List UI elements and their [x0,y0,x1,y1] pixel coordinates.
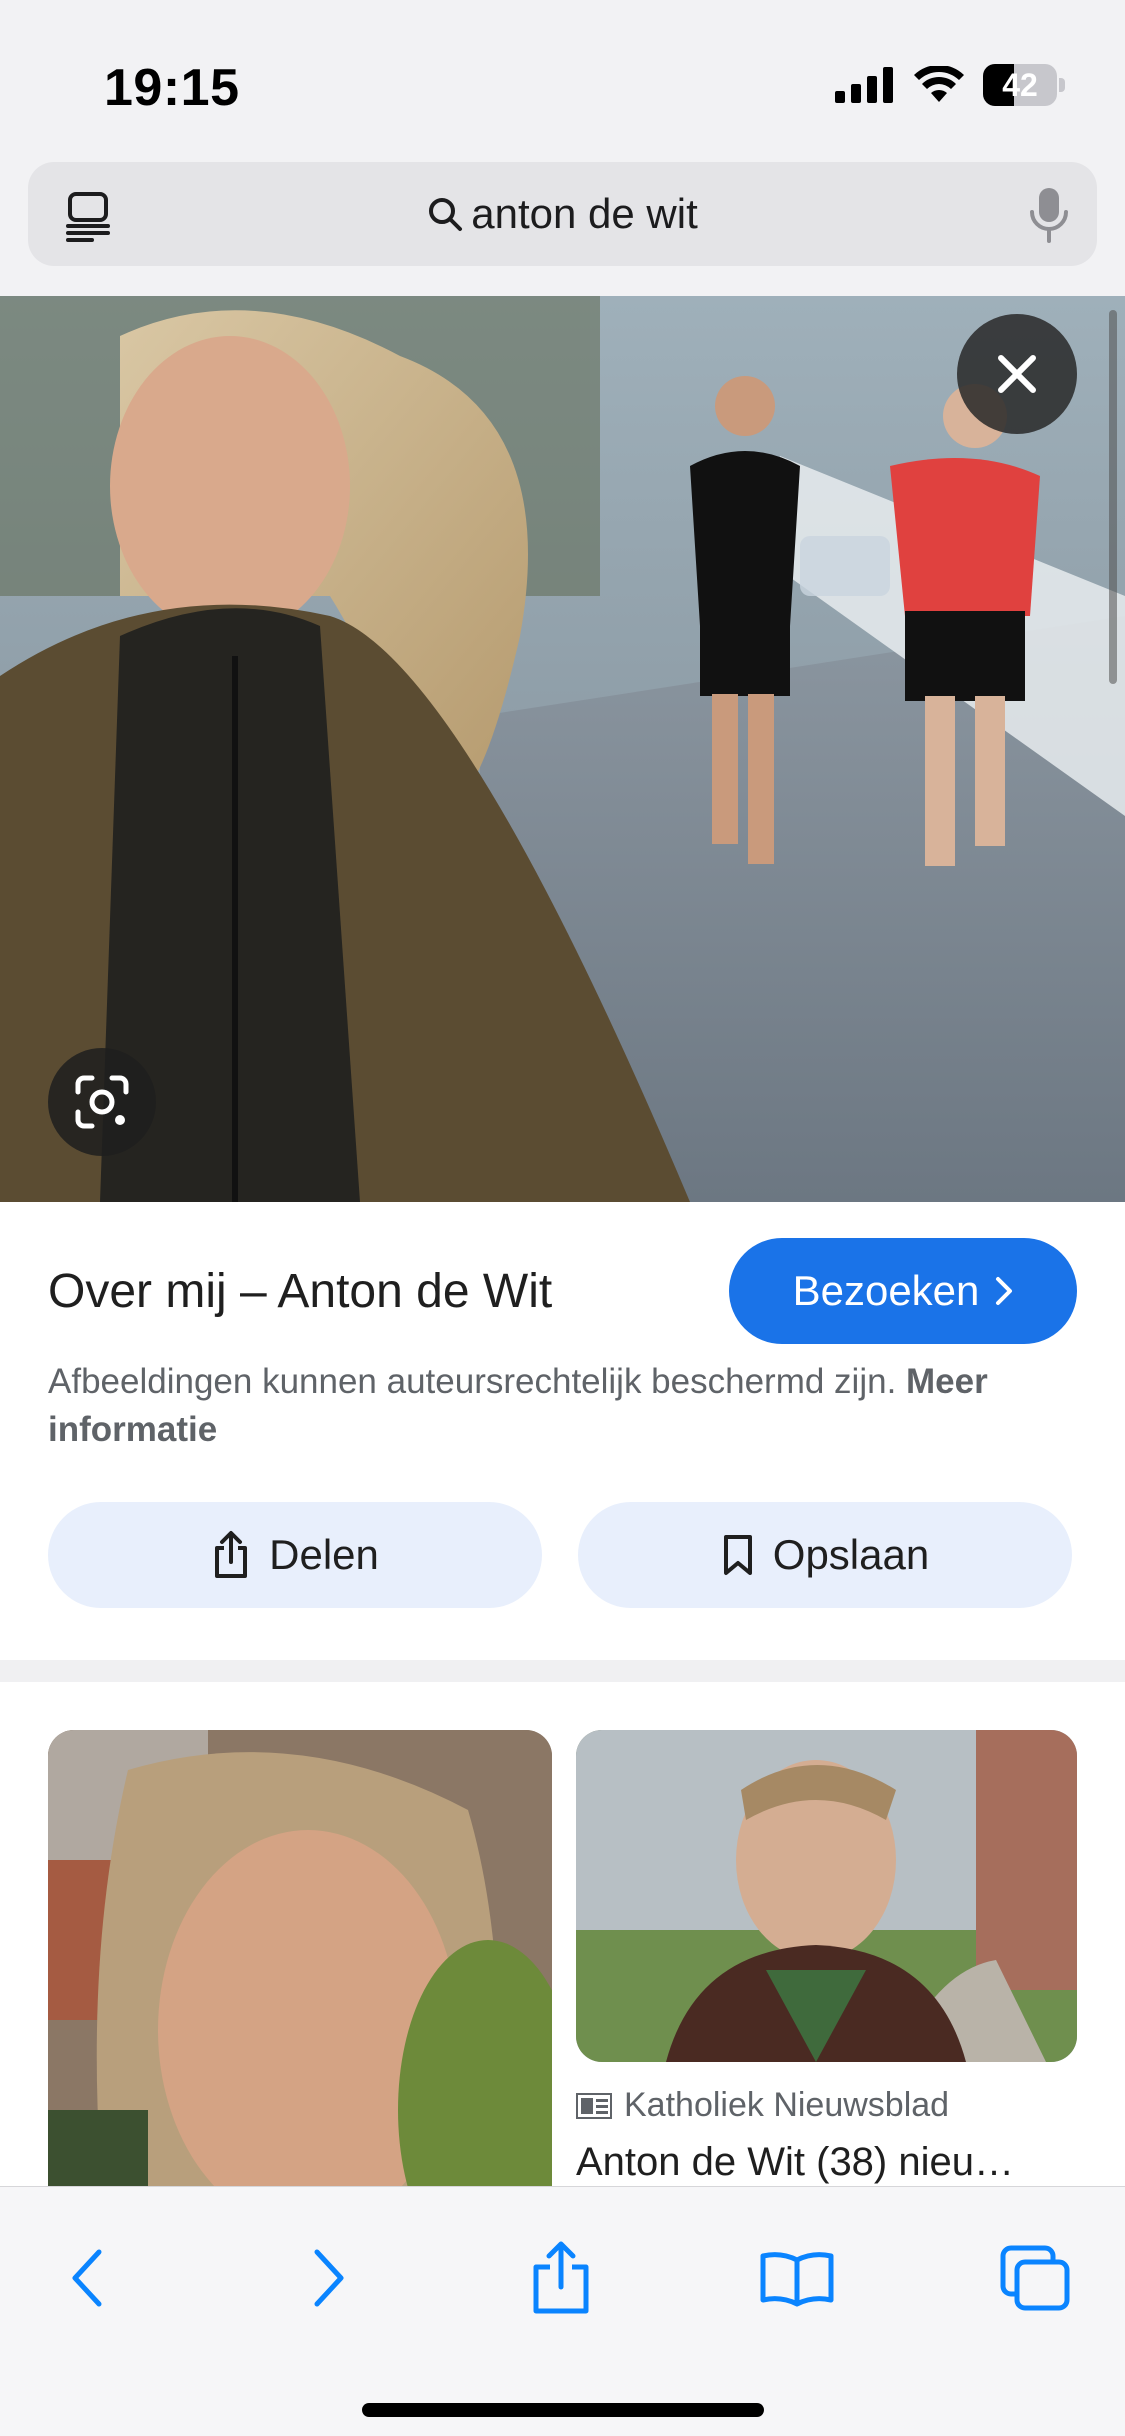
related-image-1[interactable] [48,1730,552,2186]
back-icon [72,2249,102,2307]
section-divider [0,1660,1125,1682]
microphone-icon[interactable] [1027,186,1071,244]
status-time: 19:15 [104,59,240,117]
close-button[interactable] [957,314,1077,434]
cellular-signal-icon [835,67,893,103]
related-source: Katholiek Nieuwsblad [576,2086,949,2125]
lens-icon [75,1075,129,1129]
address-bar[interactable]: anton de wit [28,162,1097,266]
share-button-label: Delen [269,1531,379,1578]
related-photo-1 [48,1730,552,2186]
close-icon [998,355,1036,393]
save-button[interactable]: Opslaan [578,1502,1072,1608]
search-query: anton de wit [471,190,698,237]
lens-button[interactable] [48,1048,156,1156]
related-title[interactable]: Anton de Wit (38) nieu… [576,2140,1077,2185]
photo-scene [0,296,1125,1202]
bookmarks-button[interactable] [752,2233,842,2323]
share-button[interactable]: Delen [48,1502,542,1608]
home-indicator[interactable] [362,2403,764,2417]
search-icon [429,198,463,231]
bookmark-icon [723,1535,752,1575]
tabs-button[interactable] [990,2233,1080,2323]
result-title[interactable]: Over mij – Anton de Wit [48,1264,552,1319]
status-bar: 19:15 42 [0,0,1125,160]
save-button-label: Opslaan [772,1531,930,1578]
search-field[interactable]: anton de wit [28,162,1097,266]
forward-button[interactable] [284,2233,374,2323]
address-bar-area: anton de wit [0,160,1125,296]
related-image-2[interactable] [576,1730,1077,2062]
status-icons: 42 [835,64,1065,106]
wifi-icon [914,66,964,102]
tabs-icon [1000,2245,1070,2311]
related-images: Katholiek Nieuwsblad Anton de Wit (38) n… [0,1682,1125,2186]
back-button[interactable] [42,2233,132,2323]
share-page-button[interactable] [516,2233,606,2323]
bookmarks-icon [760,2252,834,2307]
copyright-note: Afbeeldingen kunnen auteursrechtelijk be… [48,1358,1058,1454]
result-image[interactable] [0,296,1125,1202]
copyright-text: Afbeeldingen kunnen auteursrechtelijk be… [48,1362,897,1401]
chevron-right-icon [996,1277,1013,1305]
share-icon [215,1531,248,1578]
battery-icon: 42 [983,64,1065,106]
visit-button-label: Bezoeken [792,1267,980,1314]
result-info-panel: Over mij – Anton de Wit Bezoeken Afbeeld… [0,1202,1125,1660]
related-photo-2 [576,1730,1077,2062]
visit-button[interactable]: Bezoeken [729,1238,1077,1344]
browser-toolbar [0,2186,1125,2436]
site-favicon-icon [576,2092,612,2119]
related-source-name: Katholiek Nieuwsblad [624,2086,950,2124]
forward-icon [314,2249,344,2307]
battery-level: 42 [1002,67,1038,103]
scroll-indicator[interactable] [1109,310,1117,684]
share-icon [533,2241,589,2314]
